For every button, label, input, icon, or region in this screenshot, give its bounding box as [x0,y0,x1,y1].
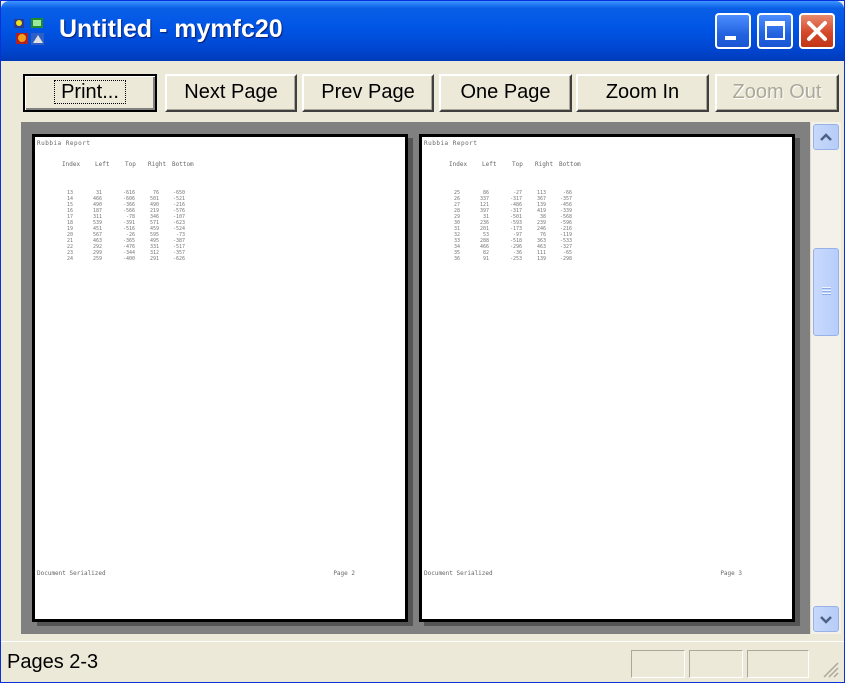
print-button-label: Print... [54,80,126,104]
column-header: Right [535,161,554,168]
column-header: Index [449,161,468,168]
mfc-app-icon [14,18,44,45]
close-icon [807,21,827,41]
zoom-out-button: Zoom Out [715,74,839,112]
table-cell: 291 [149,256,159,262]
table-cell: 24 [66,256,73,262]
grip-icon [822,287,831,295]
print-preview-area[interactable]: Rubbia Report Index Left Top Right Botto… [21,122,810,634]
table-cell: -626 [172,256,185,262]
column-header: Left [95,161,110,168]
maximize-icon [765,21,785,40]
column-header: Left [482,161,497,168]
minimize-button[interactable] [715,13,751,49]
column-header: Top [125,161,136,168]
zoom-in-label: Zoom In [605,81,680,103]
one-page-label: One Page [460,81,551,103]
status-text: Pages 2-3 [7,651,99,673]
status-pane [747,650,809,678]
chevron-up-icon [820,133,832,141]
page-footer: Document Serialized [37,570,106,577]
next-page-label: Next Page [184,81,278,103]
table-cell: 91 [482,256,489,262]
vertical-scrollbar[interactable] [810,122,841,634]
table-cell: -253 [509,256,522,262]
preview-toolbar: Print... Next Page Prev Page One Page Zo… [5,63,839,119]
scroll-up-button[interactable] [813,124,839,150]
page-footer: Document Serialized [424,570,493,577]
close-button[interactable] [799,13,835,49]
preview-page-left[interactable]: Rubbia Report Index Left Top Right Botto… [32,134,408,622]
app-window: Untitled - mymfc20 Print... Next Page Pr… [0,0,845,683]
page-header: Rubbia Report [424,140,478,147]
next-page-button[interactable]: Next Page [165,74,297,112]
one-page-button[interactable]: One Page [439,74,572,112]
column-header: Right [148,161,167,168]
table-cell: 139 [536,256,546,262]
column-header: Top [512,161,523,168]
page-number: Page 2 [333,570,355,577]
column-header: Bottom [172,161,194,168]
prev-page-button[interactable]: Prev Page [302,74,434,112]
zoom-out-label: Zoom Out [732,81,822,103]
table-cell: 36 [453,256,460,262]
table-cell: 259 [92,256,102,262]
page-header: Rubbia Report [37,140,91,147]
scroll-down-button[interactable] [813,606,839,632]
preview-page-right[interactable]: Rubbia Report Index Left Top Right Botto… [419,134,795,622]
minimize-icon [725,36,736,40]
table-cell: -298 [559,256,572,262]
scroll-thumb[interactable] [813,248,839,336]
title-bar[interactable]: Untitled - mymfc20 [1,1,844,61]
page-number: Page 3 [720,570,742,577]
window-title: Untitled - mymfc20 [59,15,283,43]
column-header: Bottom [559,161,581,168]
maximize-button[interactable] [757,13,793,49]
zoom-in-button[interactable]: Zoom In [576,74,709,112]
table-cell: -400 [122,256,135,262]
prev-page-label: Prev Page [321,81,415,103]
chevron-down-icon [820,616,832,624]
print-button[interactable]: Print... [23,74,157,112]
status-bar: Pages 2-3 [1,641,844,682]
column-header: Index [62,161,81,168]
status-pane [631,650,685,678]
resize-grip-icon[interactable] [820,659,840,679]
status-pane [689,650,743,678]
